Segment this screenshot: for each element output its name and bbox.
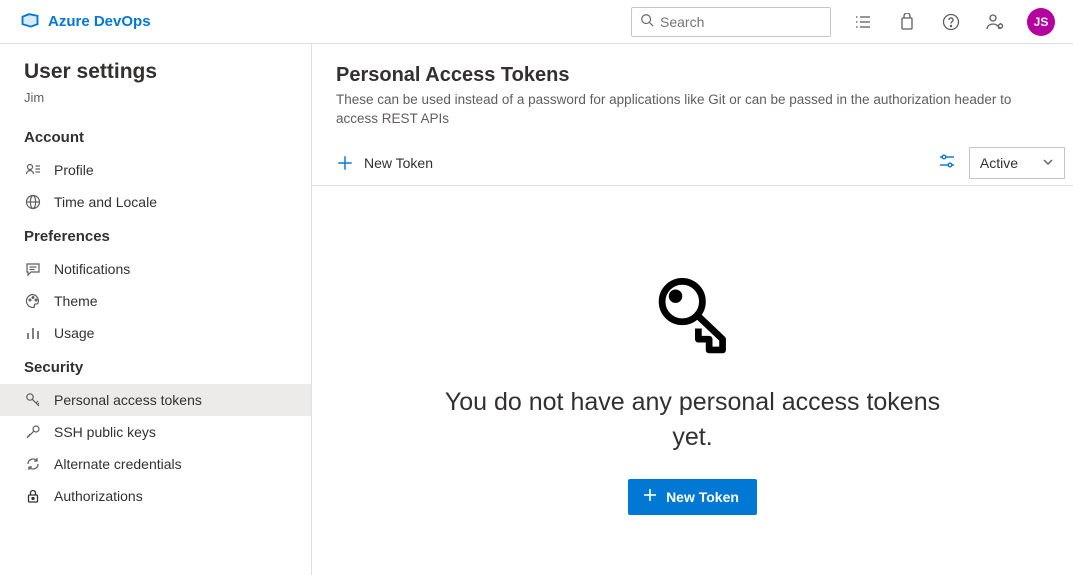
- avatar[interactable]: JS: [1027, 8, 1055, 36]
- ssh-key-icon: [24, 423, 42, 441]
- chat-icon: [24, 260, 42, 278]
- sidebar-item-label: Profile: [54, 162, 94, 178]
- brand[interactable]: Azure DevOps: [8, 10, 151, 34]
- sidebar-item-alt-creds[interactable]: Alternate credentials: [0, 448, 311, 480]
- topbar: Azure DevOps: [0, 0, 1073, 44]
- sidebar-item-label: Time and Locale: [54, 194, 157, 210]
- sidebar-title: User settings: [0, 60, 311, 90]
- sidebar-item-usage[interactable]: Usage: [0, 317, 311, 349]
- sidebar-item-label: Authorizations: [54, 488, 143, 504]
- search-input-wrapper[interactable]: [631, 7, 831, 37]
- sidebar-item-label: Notifications: [54, 261, 130, 277]
- toolbar: New Token Active: [312, 141, 1073, 186]
- palette-icon: [24, 292, 42, 310]
- new-token-button[interactable]: New Token: [332, 148, 437, 178]
- search-input[interactable]: [660, 14, 841, 30]
- sidebar-group-security: Security: [0, 349, 311, 384]
- page-description: These can be used instead of a password …: [336, 91, 1049, 129]
- status-filter-dropdown[interactable]: Active: [969, 147, 1065, 179]
- sidebar-item-notifications[interactable]: Notifications: [0, 253, 311, 285]
- sidebar-group-account: Account: [0, 119, 311, 154]
- sidebar-item-label: Theme: [54, 293, 98, 309]
- empty-new-token-button[interactable]: New Token: [628, 479, 757, 515]
- sliders-icon: [938, 152, 956, 173]
- azure-devops-logo-icon: [20, 10, 40, 34]
- sidebar-item-label: Alternate credentials: [54, 456, 182, 472]
- user-settings-icon[interactable]: [973, 0, 1017, 44]
- sync-icon: [24, 455, 42, 473]
- search-icon: [640, 13, 654, 30]
- help-icon[interactable]: [929, 0, 973, 44]
- sidebar-item-ssh[interactable]: SSH public keys: [0, 416, 311, 448]
- empty-state: You do not have any personal access toke…: [312, 186, 1073, 575]
- page-title: Personal Access Tokens: [336, 64, 1049, 87]
- key-large-icon: [650, 272, 736, 361]
- sidebar-item-label: Usage: [54, 325, 94, 341]
- brand-label: Azure DevOps: [48, 13, 151, 30]
- sidebar: User settings Jim Account Profile Time a…: [0, 44, 312, 575]
- plus-icon: [336, 154, 354, 172]
- empty-new-token-label: New Token: [666, 489, 739, 505]
- new-token-label: New Token: [364, 155, 433, 171]
- empty-state-message: You do not have any personal access toke…: [433, 385, 953, 455]
- marketplace-icon[interactable]: [885, 0, 929, 44]
- key-icon: [24, 391, 42, 409]
- lock-icon: [24, 487, 42, 505]
- sidebar-item-label: SSH public keys: [54, 424, 156, 440]
- person-card-icon: [24, 161, 42, 179]
- bars-icon: [24, 324, 42, 342]
- sidebar-item-profile[interactable]: Profile: [0, 154, 311, 186]
- avatar-initials: JS: [1034, 15, 1049, 29]
- sidebar-username: Jim: [0, 90, 311, 119]
- main: Personal Access Tokens These can be used…: [312, 44, 1073, 575]
- sidebar-item-theme[interactable]: Theme: [0, 285, 311, 317]
- sidebar-item-label: Personal access tokens: [54, 392, 202, 408]
- work-items-icon[interactable]: [841, 0, 885, 44]
- sidebar-item-time-locale[interactable]: Time and Locale: [0, 186, 311, 218]
- chevron-down-icon: [1042, 155, 1054, 171]
- sidebar-group-preferences: Preferences: [0, 218, 311, 253]
- plus-icon: [642, 487, 658, 506]
- status-filter-value: Active: [980, 155, 1018, 171]
- filter-settings-button[interactable]: [929, 147, 965, 179]
- globe-icon: [24, 193, 42, 211]
- sidebar-item-pat[interactable]: Personal access tokens: [0, 384, 311, 416]
- sidebar-item-authorizations[interactable]: Authorizations: [0, 480, 311, 512]
